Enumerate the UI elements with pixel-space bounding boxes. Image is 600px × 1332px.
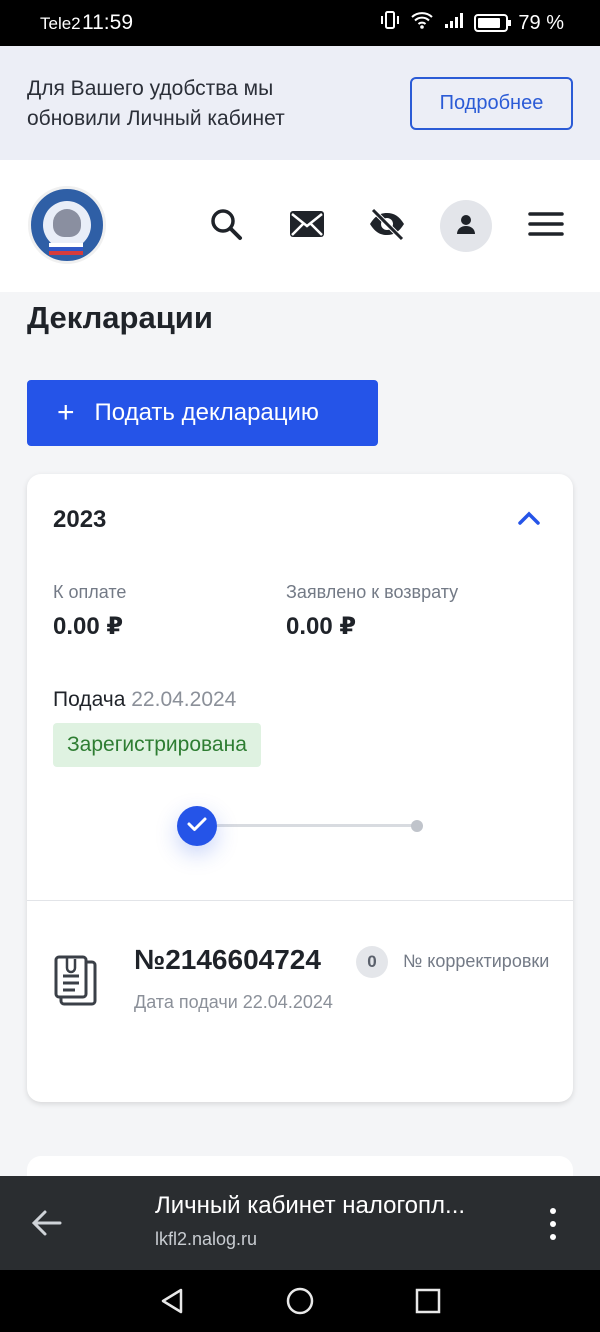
search-icon bbox=[209, 207, 243, 246]
search-button[interactable] bbox=[200, 200, 252, 252]
check-icon bbox=[186, 815, 208, 838]
declaration-card: 2023 К оплате 0.00 ₽ Заявлено к возврату… bbox=[27, 474, 573, 1102]
status-bar: Tele2 11:59 79 % bbox=[0, 0, 600, 46]
signal-icon bbox=[444, 11, 464, 35]
triangle-back-icon bbox=[157, 1288, 187, 1320]
circle-home-icon bbox=[285, 1287, 315, 1320]
card-divider bbox=[27, 900, 573, 901]
nav-back-button[interactable] bbox=[157, 1286, 187, 1316]
correction-count-badge: 0 bbox=[356, 946, 388, 978]
more-vert-icon bbox=[545, 1208, 561, 1246]
system-nav-bar bbox=[0, 1270, 600, 1332]
submission-info: Подача 22.04.2024 bbox=[53, 688, 236, 712]
menu-button[interactable] bbox=[520, 200, 572, 252]
progress-step-pending bbox=[411, 820, 423, 832]
progress-step-done bbox=[177, 806, 217, 846]
clock: 11:59 bbox=[82, 11, 133, 34]
eye-off-icon bbox=[367, 207, 407, 246]
profile-button[interactable] bbox=[440, 200, 492, 252]
more-info-button[interactable]: Подробнее bbox=[410, 77, 573, 130]
update-banner: Для Вашего удобства мы обновили Личный к… bbox=[0, 46, 600, 160]
refund-amount: 0.00 ₽ bbox=[286, 613, 357, 640]
to-pay-amount: 0.00 ₽ bbox=[53, 613, 124, 640]
profile-icon bbox=[454, 212, 478, 241]
submission-date: 22.04.2024 bbox=[131, 688, 237, 711]
correction-label: № корректировки bbox=[403, 951, 550, 971]
document-date: Дата подачи 22.04.2024 bbox=[134, 992, 333, 1012]
submit-declaration-label: Подать декларацию bbox=[94, 399, 319, 426]
document-icon bbox=[53, 954, 99, 1008]
browser-bar: Личный кабинет налогопл... lkfl2.nalog.r… bbox=[0, 1176, 600, 1270]
browser-page-title: Личный кабинет налогопл... bbox=[155, 1192, 466, 1219]
browser-url[interactable]: lkfl2.nalog.ru bbox=[155, 1229, 257, 1250]
battery-percent: 79 % bbox=[518, 11, 564, 34]
vibrate-icon bbox=[380, 10, 400, 36]
wifi-icon bbox=[410, 10, 434, 36]
chevron-up-icon bbox=[517, 511, 541, 532]
to-pay-label: К оплате bbox=[53, 582, 127, 602]
fns-logo[interactable] bbox=[28, 186, 106, 264]
collapse-button[interactable] bbox=[517, 508, 541, 528]
submit-declaration-button[interactable]: + Подать декларацию bbox=[27, 380, 378, 446]
mail-icon bbox=[289, 210, 325, 243]
submission-label: Подача bbox=[53, 688, 126, 711]
battery-icon bbox=[474, 14, 512, 32]
hide-amounts-button[interactable] bbox=[361, 200, 413, 252]
status-icons: 79 % bbox=[380, 10, 564, 36]
banner-text: Для Вашего удобства мы обновили Личный к… bbox=[27, 77, 285, 130]
square-recents-icon bbox=[413, 1288, 443, 1320]
browser-back-button[interactable] bbox=[30, 1206, 64, 1240]
browser-menu-button[interactable] bbox=[545, 1206, 561, 1242]
nav-recents-button[interactable] bbox=[413, 1286, 443, 1316]
flag-icon bbox=[49, 243, 83, 255]
status-badge: Зарегистрирована bbox=[53, 723, 261, 767]
page-title: Декларации bbox=[27, 300, 213, 335]
document-number[interactable]: №2146604724 bbox=[134, 944, 321, 976]
messages-button[interactable] bbox=[281, 200, 333, 252]
plus-icon: + bbox=[57, 396, 75, 429]
progress-track bbox=[217, 824, 417, 827]
carrier-name: Tele2 bbox=[40, 14, 81, 33]
eagle-icon bbox=[53, 209, 81, 237]
nav-home-button[interactable] bbox=[285, 1286, 315, 1316]
arrow-left-icon bbox=[30, 1210, 64, 1244]
declaration-year: 2023 bbox=[53, 506, 107, 533]
site-header bbox=[0, 160, 600, 292]
menu-icon bbox=[528, 211, 564, 242]
refund-label: Заявлено к возврату bbox=[286, 582, 459, 602]
